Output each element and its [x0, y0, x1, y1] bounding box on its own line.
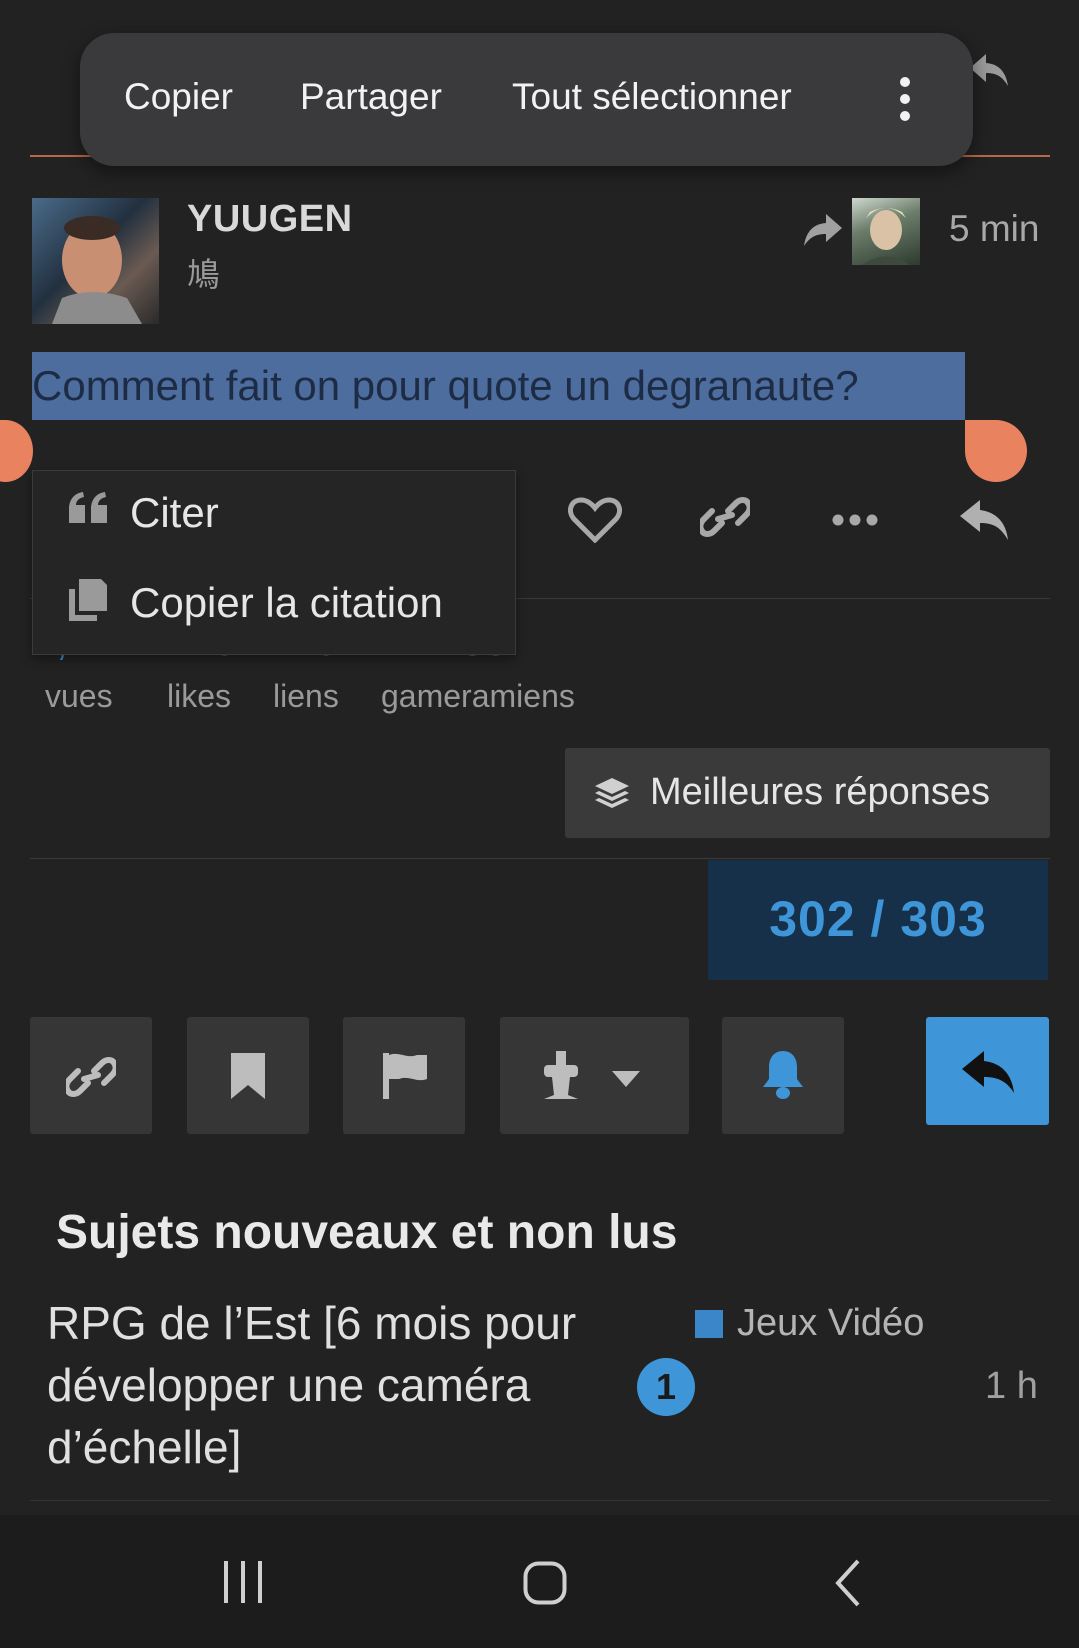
system-nav-bar	[0, 1515, 1079, 1648]
share-link-button[interactable]	[30, 1017, 152, 1134]
category-name[interactable]: Jeux Vidéo	[737, 1302, 924, 1345]
caret-down-icon	[610, 1069, 642, 1089]
quote-button[interactable]: Citer	[33, 471, 515, 551]
post-body[interactable]: Comment fait on pour quote un degranaute…	[32, 352, 965, 420]
best-replies-button[interactable]: Meilleures réponses	[565, 748, 1050, 838]
bookmark-button[interactable]	[187, 1017, 309, 1134]
selection-handle-end[interactable]	[965, 420, 1027, 482]
views-label: vues	[45, 678, 113, 714]
copy-quote-button[interactable]: Copier la citation	[33, 561, 515, 641]
reply-button[interactable]	[926, 1017, 1049, 1125]
flag-button[interactable]	[343, 1017, 465, 1134]
selection-handle-start[interactable]	[0, 420, 33, 482]
progress-label: 302 / 303	[769, 891, 987, 947]
unread-count-badge[interactable]: 1	[637, 1358, 695, 1416]
link-icon	[66, 1057, 116, 1097]
layers-icon	[593, 776, 631, 812]
post-time[interactable]: 5 min	[949, 208, 1039, 250]
share-button[interactable]: Partager	[300, 76, 442, 118]
bell-icon	[760, 1049, 806, 1101]
topic-link[interactable]: RPG de l’Est [6 mois pour développer une…	[47, 1292, 607, 1478]
divider	[30, 858, 1050, 859]
reply-to-avatar[interactable]	[852, 198, 920, 265]
reply-icon	[960, 1049, 1016, 1095]
link-icon[interactable]	[700, 497, 750, 537]
topic-progress[interactable]: 302 / 303	[708, 860, 1048, 980]
topic-age[interactable]: 1 h	[985, 1365, 1038, 1408]
quote-label: Citer	[130, 489, 219, 536]
reply-post-icon[interactable]	[958, 498, 1010, 542]
reply-to-icon[interactable]	[802, 212, 844, 248]
quote-menu: Citer Copier la citation	[32, 470, 516, 655]
best-replies-label: Meilleures réponses	[650, 771, 991, 813]
users-label: gameramiens	[381, 678, 575, 714]
select-all-button[interactable]: Tout sélectionner	[512, 76, 792, 118]
user-title: 鳩	[187, 255, 220, 294]
bookmark-icon	[229, 1051, 267, 1101]
copy-button[interactable]: Copier	[124, 76, 233, 118]
divider	[30, 1500, 1050, 1501]
recent-apps-icon[interactable]	[222, 1561, 264, 1603]
avatar[interactable]	[32, 198, 159, 324]
username[interactable]: YUUGEN	[187, 198, 353, 241]
home-icon[interactable]	[523, 1561, 567, 1605]
suggested-topics-title: Sujets nouveaux et non lus	[56, 1206, 678, 1259]
admin-actions-button[interactable]	[500, 1017, 689, 1134]
more-options-icon[interactable]	[898, 76, 912, 122]
like-icon[interactable]	[568, 497, 622, 543]
copy-icon	[67, 577, 109, 623]
notification-button[interactable]	[722, 1017, 844, 1134]
likes-label: likes	[167, 678, 232, 714]
more-icon[interactable]	[832, 514, 878, 526]
back-icon[interactable]	[834, 1559, 862, 1607]
copy-quote-label: Copier la citation	[130, 579, 443, 626]
text-selection-toolbar: Copier Partager Tout sélectionner	[80, 33, 973, 166]
wrench-icon	[540, 1049, 582, 1101]
reply-icon[interactable]	[968, 52, 1012, 92]
links-label: liens	[273, 678, 339, 714]
flag-icon	[381, 1051, 429, 1101]
category-color-badge	[695, 1310, 723, 1338]
quote-icon	[67, 491, 111, 525]
